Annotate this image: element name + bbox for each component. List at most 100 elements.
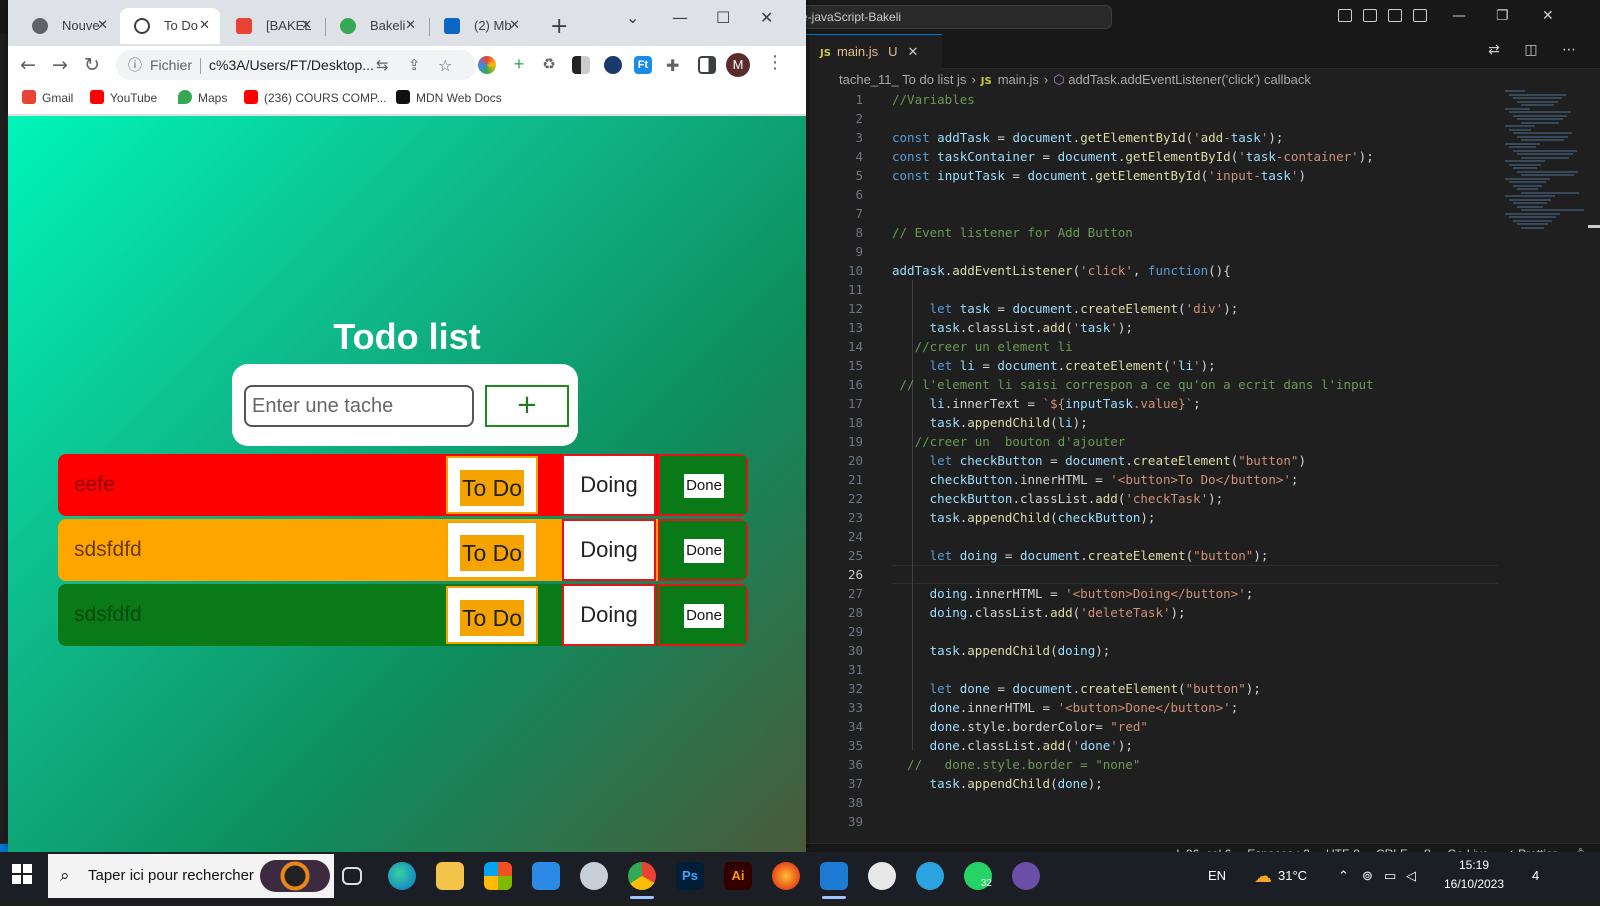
customize-layout-icon[interactable] [1413, 9, 1427, 22]
browser-tab[interactable]: Bakeli ✕ [326, 8, 426, 44]
code-line[interactable]: checkButton.classList.add('checkTask'); [892, 489, 1492, 508]
notification-icon[interactable]: 4 [1532, 852, 1539, 900]
browser-tab[interactable]: Nouve ✕ [18, 8, 118, 44]
media-player-icon[interactable] [1012, 862, 1040, 890]
minimize-icon[interactable]: — [672, 8, 688, 27]
weather-icon[interactable]: ☁ [1254, 852, 1272, 900]
code-line[interactable]: checkButton.innerHTML = '<button>To Do</… [892, 470, 1492, 489]
code-line[interactable]: //creer un element li [892, 337, 1492, 356]
code-line[interactable]: done.classList.add('done'); [892, 736, 1492, 755]
speaker-icon[interactable]: ◁ [1406, 852, 1416, 900]
tab-main-js[interactable]: JS main.js U ✕ [806, 34, 942, 69]
code-line[interactable]: // done.style.border = "none" [892, 755, 1492, 774]
breadcrumb-folder[interactable]: tache_11_ To do list js [839, 72, 966, 87]
firefox-icon[interactable] [772, 862, 800, 890]
add-extension-icon[interactable]: + [510, 55, 528, 74]
doing-button[interactable]: Doing [562, 584, 656, 646]
bookmark-star-icon[interactable]: ☆ [438, 56, 452, 75]
code-line[interactable]: let doing = document.createElement("butt… [892, 546, 1492, 565]
code-line[interactable]: const taskContainer = document.getElemen… [892, 147, 1492, 166]
extension-icon[interactable] [478, 56, 496, 74]
doing-button[interactable]: Doing [562, 519, 656, 581]
code-line[interactable] [892, 565, 1492, 584]
code-line[interactable]: // l'element li saisi correspon a ce qu'… [892, 375, 1492, 394]
code-line[interactable]: doing.classList.add('deleteTask'); [892, 603, 1492, 622]
code-line[interactable]: doing.innerHTML = '<button>Doing</button… [892, 584, 1492, 603]
illustrator-icon[interactable]: Ai [724, 862, 752, 890]
battery-icon[interactable]: ▭ [1384, 852, 1396, 900]
code-line[interactable]: //Variables [892, 90, 1492, 109]
mail-icon[interactable] [532, 862, 560, 890]
code-line[interactable]: done.innerHTML = '<button>Done</button>'… [892, 698, 1492, 717]
todo-button[interactable]: To Do [446, 586, 538, 644]
doing-button[interactable]: Doing [562, 454, 656, 516]
code-line[interactable] [892, 527, 1492, 546]
bookmark-gmail[interactable]: Gmail [22, 90, 73, 105]
vscode-minimize-icon[interactable]: — [1452, 8, 1466, 24]
code-line[interactable]: const addTask = document.getElementById(… [892, 128, 1492, 147]
recycle-extension-icon[interactable]: ♻ [540, 56, 558, 74]
bookmark-youtube[interactable]: YouTube [90, 90, 157, 105]
code-editor[interactable]: //Variables const addTask = document.getE… [892, 90, 1492, 831]
tray-chevron-icon[interactable]: ⌃ [1338, 852, 1349, 900]
toggle-secondary-sidebar-icon[interactable] [1388, 9, 1402, 22]
code-line[interactable]: // Event listener for Add Button [892, 223, 1492, 242]
toggle-panel-icon[interactable] [1363, 9, 1377, 22]
toggle-sidebar-icon[interactable] [1338, 9, 1352, 22]
side-panel-icon[interactable] [698, 56, 716, 74]
vscode-icon[interactable] [820, 862, 848, 890]
address-bar[interactable]: ⓘ Fichier c%3A/Users/FT/Desktop... [116, 50, 476, 80]
todo-button[interactable]: To Do [446, 456, 538, 514]
add-task-button[interactable]: + [485, 385, 569, 427]
code-line[interactable]: li.innerText = `${inputTask.value}`; [892, 394, 1492, 413]
file-explorer-icon[interactable] [436, 862, 464, 890]
code-line[interactable]: let li = document.createElement('li'); [892, 356, 1492, 375]
wifi-icon[interactable]: ⊚ [1362, 852, 1373, 900]
profile-avatar[interactable]: M [726, 53, 750, 77]
tab-close-icon[interactable]: ✕ [405, 8, 416, 44]
todo-button[interactable]: To Do [446, 521, 538, 579]
tab-close-icon[interactable]: ✕ [509, 8, 520, 44]
task-view-icon[interactable] [342, 867, 362, 885]
reader-extension-icon[interactable] [572, 56, 590, 74]
code-line[interactable]: task.appendChild(li); [892, 413, 1492, 432]
code-line[interactable] [892, 109, 1492, 128]
tab-close-icon[interactable]: ✕ [301, 8, 312, 44]
store-icon[interactable] [484, 862, 512, 890]
close-window-icon[interactable]: ✕ [760, 8, 773, 27]
maximize-icon[interactable]: ☐ [716, 8, 730, 27]
vscode-restore-icon[interactable]: ❐ [1496, 8, 1509, 24]
done-button[interactable]: Done [658, 584, 748, 646]
code-line[interactable]: let checkButton = document.createElement… [892, 451, 1492, 470]
back-icon[interactable]: ← [20, 54, 36, 76]
forward-icon[interactable]: → [52, 54, 68, 76]
tab-close-icon[interactable]: ✕ [908, 45, 919, 60]
editor-scrollbar[interactable] [1588, 225, 1600, 228]
shield-extension-icon[interactable] [604, 56, 622, 74]
chrome-icon[interactable] [628, 862, 656, 890]
menu-icon[interactable]: ⋮ [766, 52, 784, 73]
bookmark-maps[interactable]: Maps [178, 90, 227, 105]
reload-icon[interactable]: ↻ [84, 54, 100, 76]
code-line[interactable]: task.classList.add('task'); [892, 318, 1492, 337]
tab-search-icon[interactable]: ⌄ [626, 8, 639, 27]
editor-actions-icons[interactable]: ⇄ ◫ ⋯ [1488, 42, 1586, 58]
github-icon[interactable] [868, 862, 896, 890]
code-line[interactable]: addTask.addEventListener('click', functi… [892, 261, 1492, 280]
start-windows-icon[interactable] [12, 864, 32, 884]
code-line[interactable] [892, 280, 1492, 299]
code-line[interactable]: done.style.borderColor= "red" [892, 717, 1492, 736]
clock[interactable]: 15:19 16/10/2023 [1440, 856, 1508, 894]
code-line[interactable] [892, 185, 1492, 204]
language-indicator[interactable]: EN [1208, 852, 1226, 900]
code-line[interactable] [892, 204, 1492, 223]
translate-icon[interactable]: ⇆ [376, 56, 389, 74]
bookmark-cours[interactable]: (236) COURS COMP... [244, 90, 386, 105]
code-line[interactable]: let done = document.createElement("butto… [892, 679, 1492, 698]
minimap[interactable] [1505, 90, 1585, 250]
code-line[interactable]: task.appendChild(done); [892, 774, 1492, 793]
puzzle-icon[interactable]: ✚ [666, 56, 679, 75]
done-button[interactable]: Done [658, 454, 748, 516]
code-line[interactable] [892, 812, 1492, 831]
edge-icon[interactable] [388, 862, 416, 890]
